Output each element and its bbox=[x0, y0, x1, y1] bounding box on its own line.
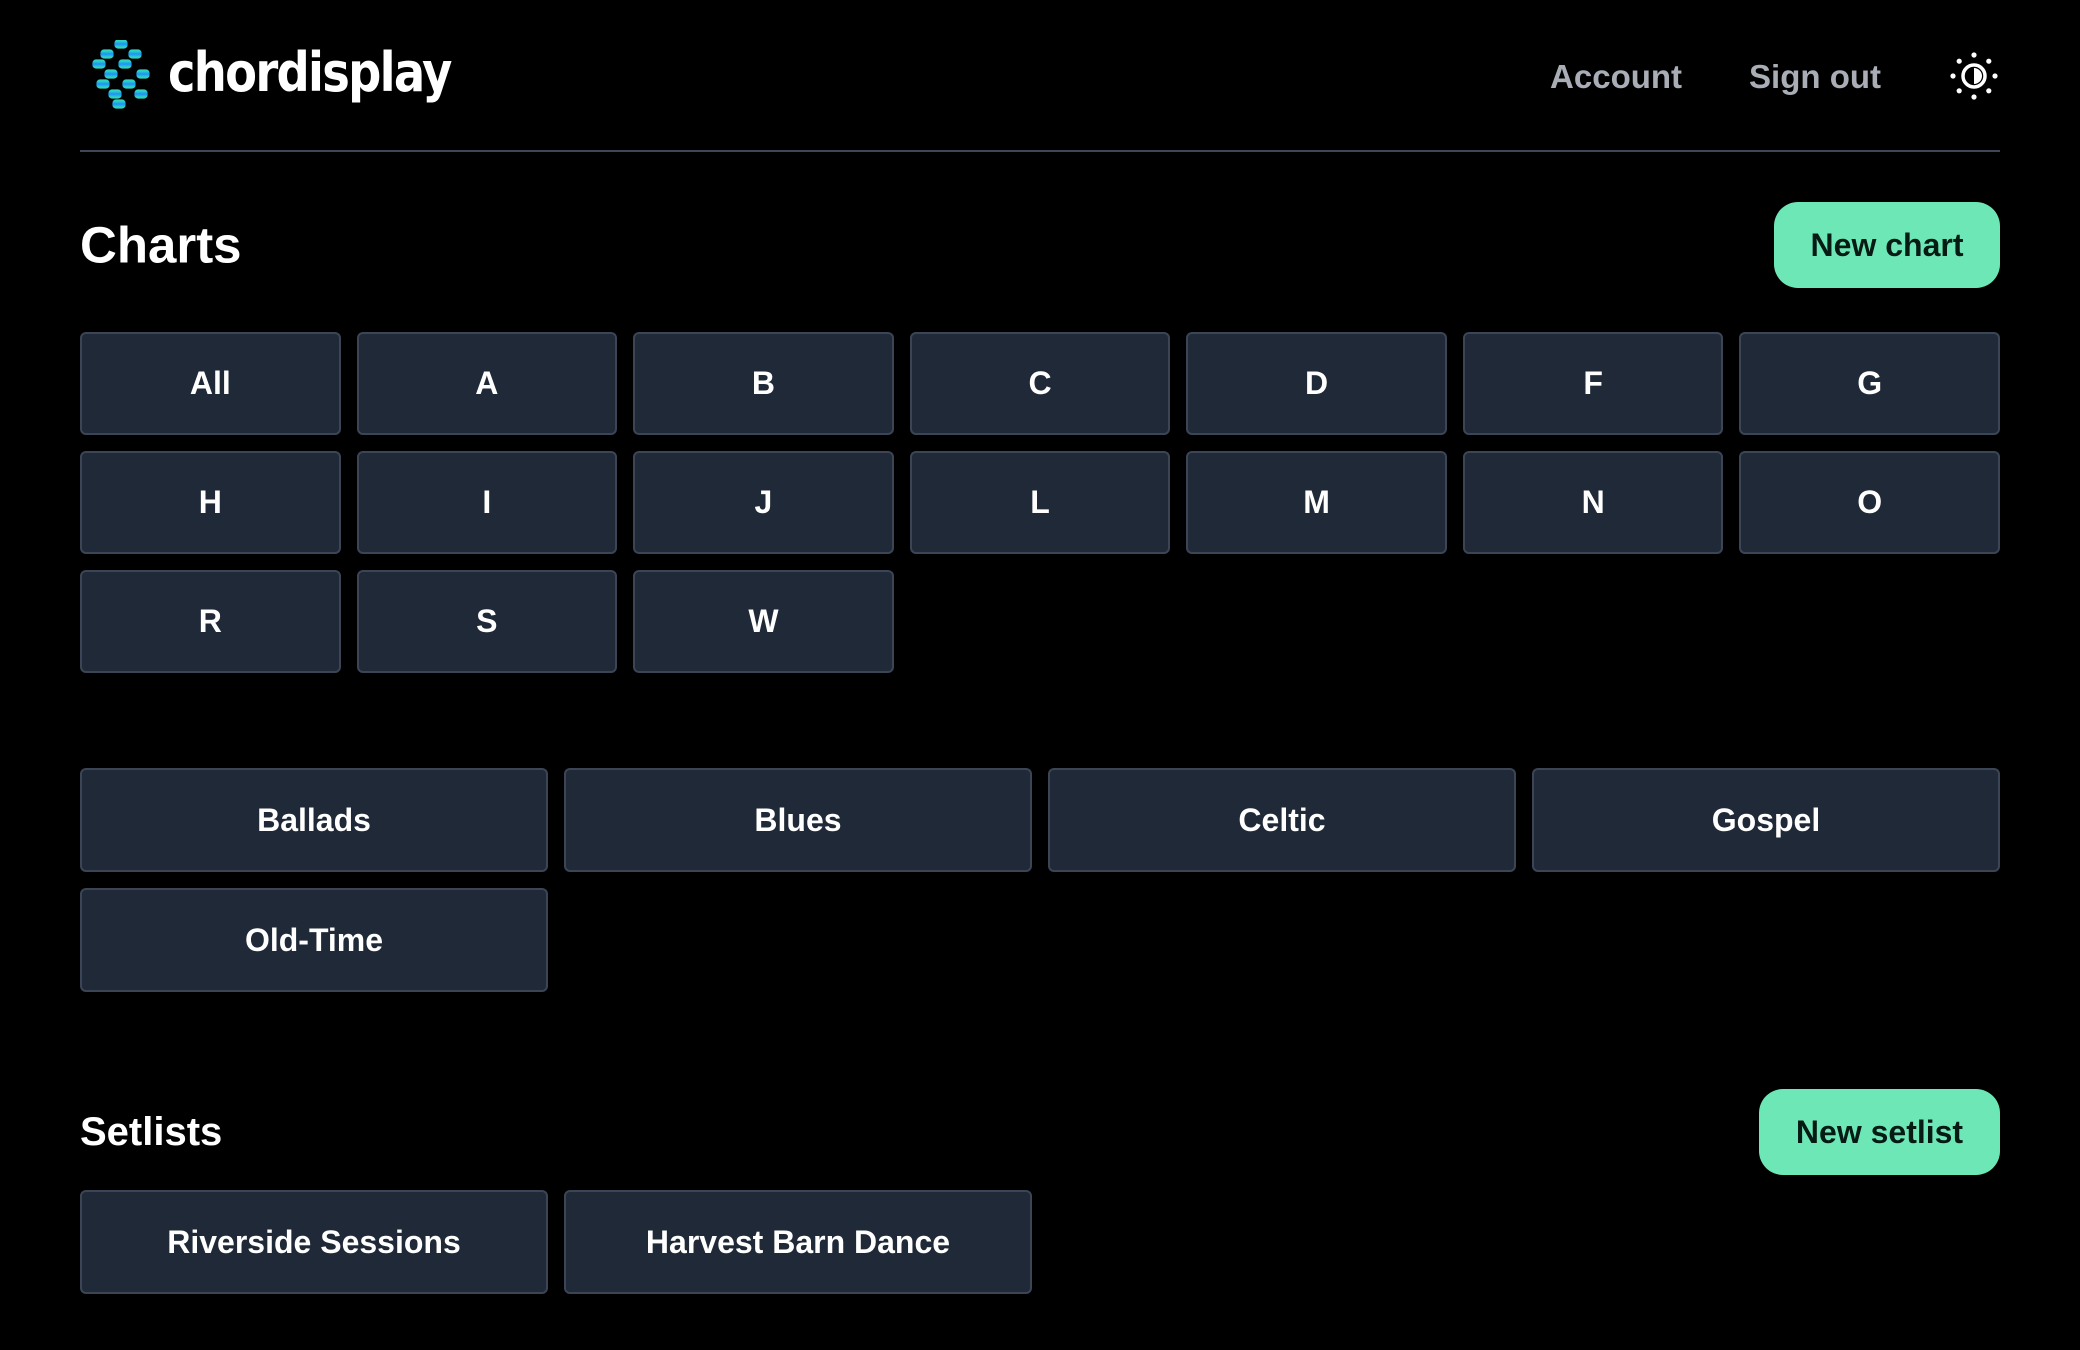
genre-filter-grid: Ballads Blues Celtic Gospel Old-Time bbox=[80, 768, 2000, 992]
letter-filter-s[interactable]: S bbox=[356, 570, 618, 673]
genre-celtic[interactable]: Celtic bbox=[1048, 768, 1516, 872]
genre-old-time[interactable]: Old-Time bbox=[80, 888, 548, 992]
letter-filter-w[interactable]: W bbox=[633, 570, 894, 673]
letter-filter-all[interactable]: All bbox=[80, 332, 341, 435]
header-nav: Account Sign out bbox=[1550, 42, 2000, 110]
letter-filter-j[interactable]: J bbox=[633, 451, 894, 554]
letter-filter-m[interactable]: M bbox=[1186, 451, 1447, 554]
sun-icon bbox=[1950, 52, 1998, 100]
charts-header: Charts New chart bbox=[80, 202, 2000, 288]
letter-filter-c[interactable]: C bbox=[909, 332, 1171, 435]
setlist-riverside-sessions[interactable]: Riverside Sessions bbox=[80, 1190, 548, 1294]
letter-filter-o[interactable]: O bbox=[1739, 451, 2000, 554]
setlist-harvest-barn-dance[interactable]: Harvest Barn Dance bbox=[564, 1190, 1032, 1294]
setlists-header: Setlists New setlist bbox=[80, 1089, 2000, 1175]
letter-filter-f[interactable]: F bbox=[1462, 332, 1724, 435]
setlist-grid: Riverside Sessions Harvest Barn Dance bbox=[80, 1190, 2000, 1294]
site-header: chordisplay Account Sign out bbox=[80, 0, 2000, 152]
genre-blues[interactable]: Blues bbox=[564, 768, 1032, 872]
logo[interactable]: chordisplay bbox=[80, 38, 497, 112]
page: chordisplay Account Sign out Charts New … bbox=[0, 0, 2080, 1350]
letter-filter-grid: All A B C D F G H I J L M N O R S W bbox=[80, 332, 2000, 673]
genre-ballads[interactable]: Ballads bbox=[80, 768, 548, 872]
new-setlist-button[interactable]: New setlist bbox=[1759, 1089, 2000, 1175]
setlists-title: Setlists bbox=[80, 1110, 223, 1154]
charts-title: Charts bbox=[80, 216, 242, 274]
letter-filter-i[interactable]: I bbox=[356, 451, 618, 554]
content-wrapper: chordisplay Account Sign out Charts New … bbox=[80, 0, 2000, 1294]
letter-filter-l[interactable]: L bbox=[909, 451, 1171, 554]
account-link[interactable]: Account bbox=[1550, 60, 1682, 93]
genre-gospel[interactable]: Gospel bbox=[1532, 768, 2000, 872]
letter-filter-a[interactable]: A bbox=[356, 332, 618, 435]
logo-wordmark: chordisplay bbox=[168, 41, 452, 104]
letter-filter-g[interactable]: G bbox=[1739, 332, 2000, 435]
letter-filter-r[interactable]: R bbox=[80, 570, 341, 673]
letter-filter-h[interactable]: H bbox=[80, 451, 341, 554]
theme-toggle-button[interactable] bbox=[1948, 50, 2000, 102]
letter-filter-b[interactable]: B bbox=[633, 332, 894, 435]
equalizer-logo-icon bbox=[80, 40, 158, 109]
letter-filter-n[interactable]: N bbox=[1462, 451, 1724, 554]
sign-out-link[interactable]: Sign out bbox=[1749, 60, 1881, 93]
letter-filter-d[interactable]: D bbox=[1186, 332, 1447, 435]
new-chart-button[interactable]: New chart bbox=[1774, 202, 2000, 288]
